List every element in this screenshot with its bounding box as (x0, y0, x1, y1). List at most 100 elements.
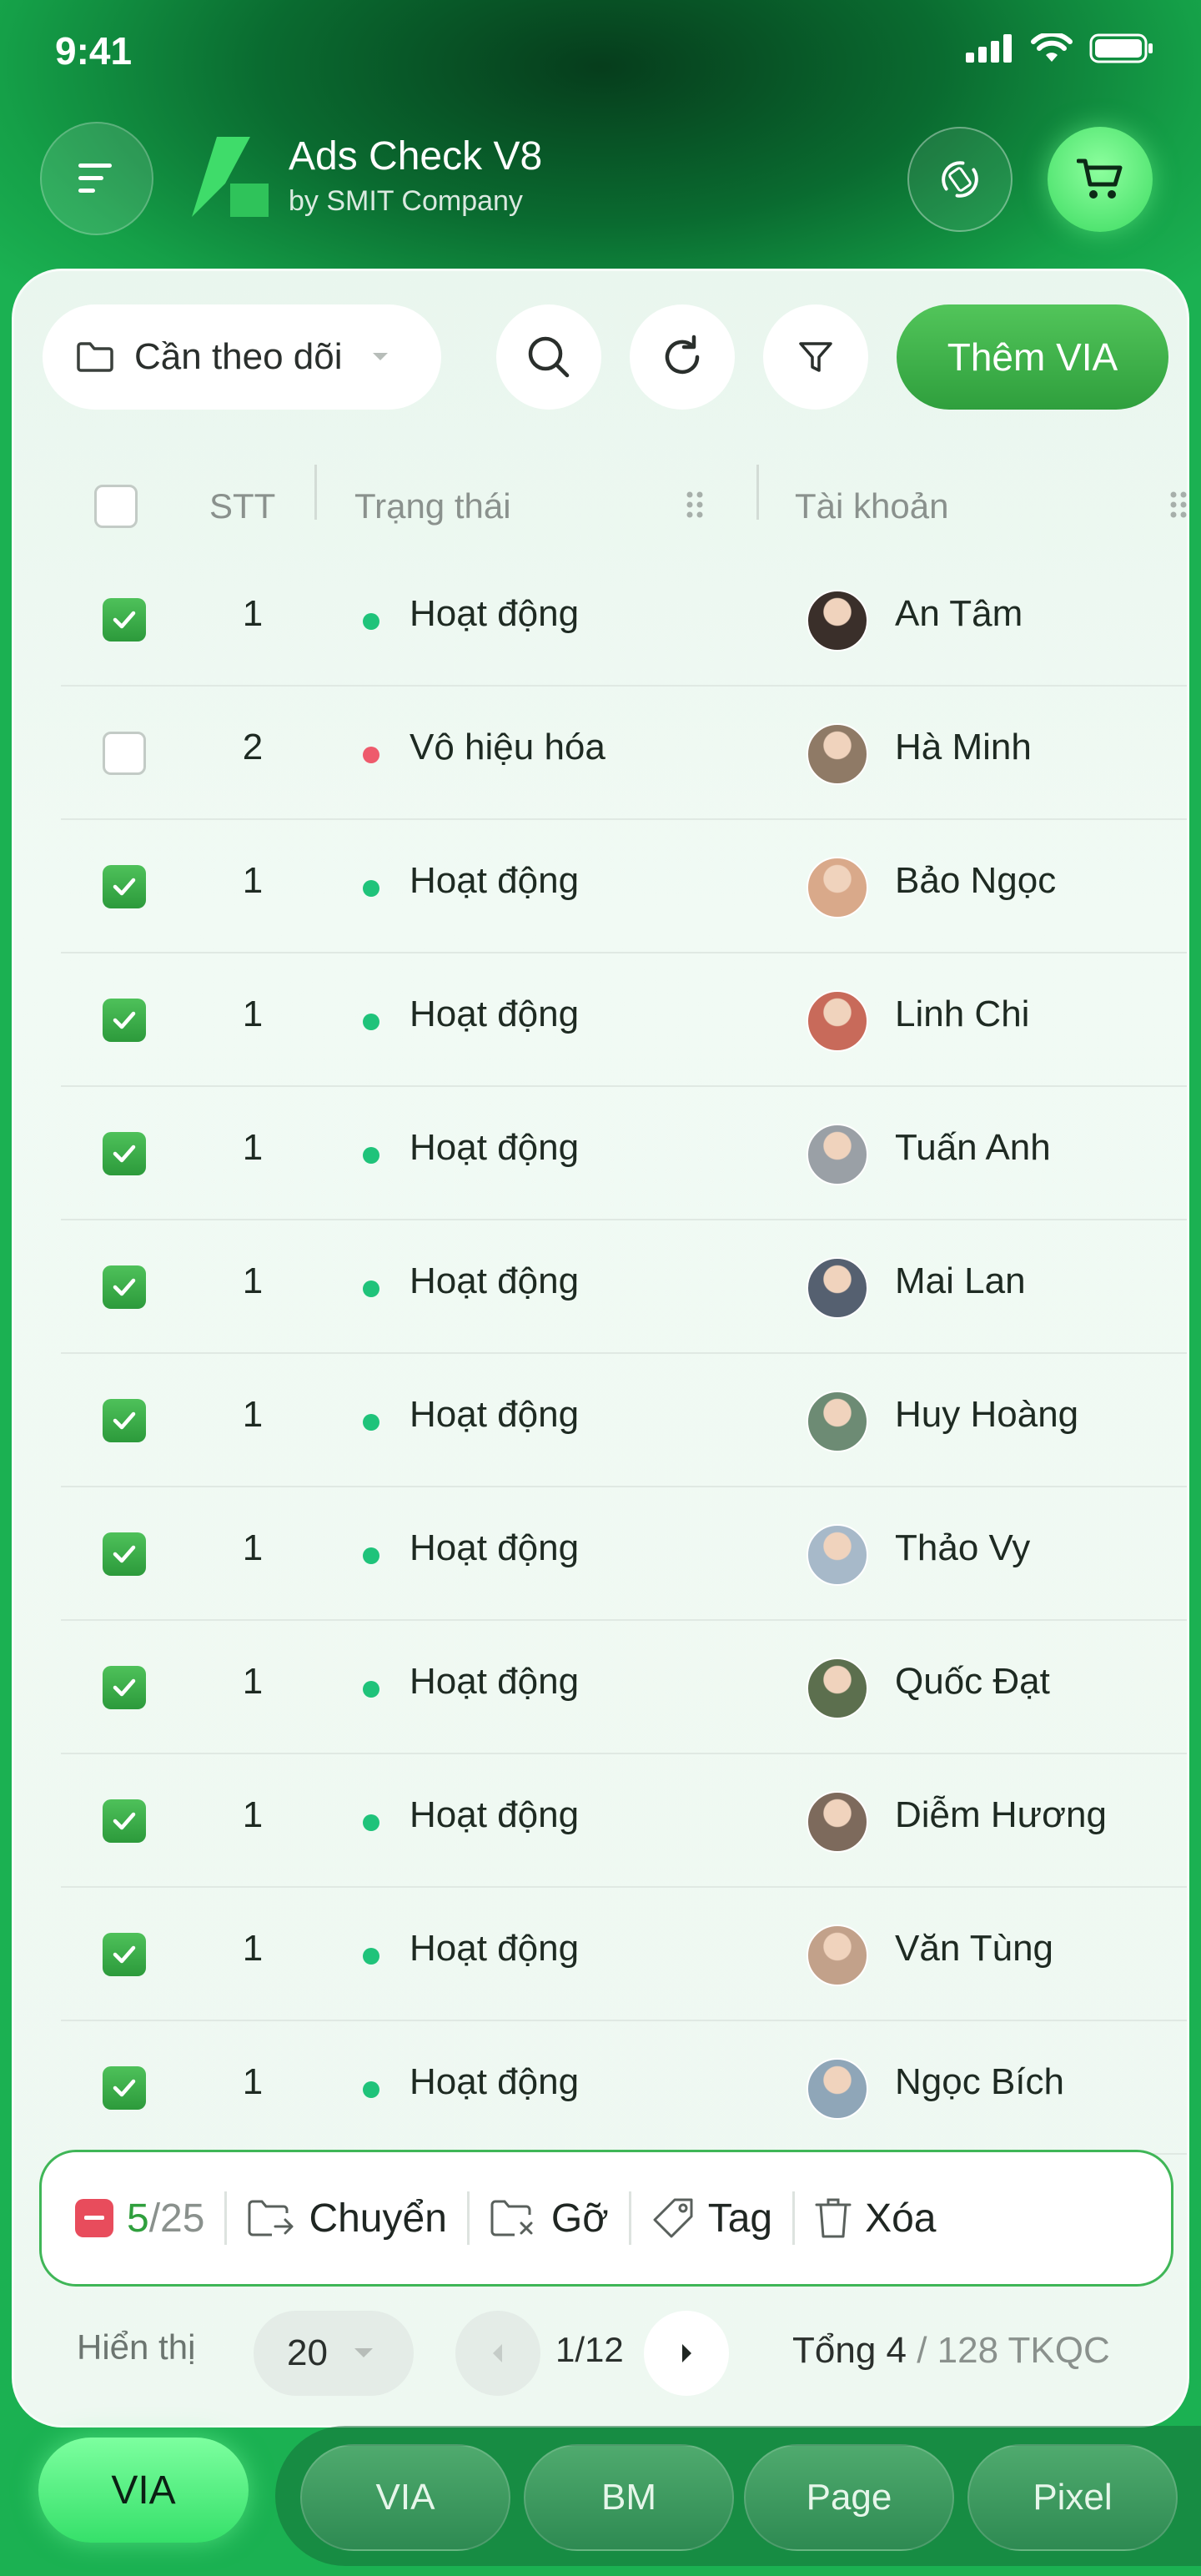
table-row[interactable]: 1 Hoạt động Quốc Đạt (61, 1621, 1187, 1754)
delete-button[interactable]: Xóa (815, 2196, 937, 2241)
row-account-name[interactable]: Linh Chi (895, 994, 1029, 1035)
table-row[interactable]: 1 Hoạt động Bảo Ngọc (61, 820, 1187, 953)
table-row[interactable]: 1 Hoạt động An Tâm (61, 553, 1187, 687)
battery-icon (1089, 33, 1153, 63)
move-button[interactable]: Chuyển (247, 2196, 447, 2241)
drag-handle-icon[interactable] (685, 490, 705, 524)
folder-move-icon (248, 2200, 294, 2236)
row-account-name[interactable]: Bảo Ngọc (895, 860, 1056, 902)
row-account-name[interactable]: Văn Tùng (895, 1928, 1053, 1970)
search-icon (528, 336, 570, 378)
select-all-checkbox[interactable] (94, 468, 138, 545)
search-button[interactable] (496, 304, 601, 410)
prev-page-button[interactable] (455, 2311, 540, 2396)
row-checkbox[interactable] (103, 999, 146, 1042)
column-divider[interactable] (314, 465, 317, 520)
nav-tab-page[interactable]: Page (744, 2444, 954, 2551)
refresh-button[interactable] (630, 304, 735, 410)
header-status[interactable]: Trạng thái (354, 468, 511, 545)
folder-dropdown[interactable]: Cần theo dõi (43, 304, 441, 410)
row-checkbox[interactable] (103, 1265, 146, 1309)
page-indicator: 1/12 (555, 2330, 624, 2369)
deselect-icon[interactable] (75, 2199, 113, 2237)
status-dot-icon (363, 2081, 379, 2098)
table-row[interactable]: 1 Hoạt động Mai Lan (61, 1220, 1187, 1354)
avatar (807, 1658, 868, 1719)
row-checkbox[interactable] (103, 1799, 146, 1843)
avatar (807, 1524, 868, 1586)
sync-button[interactable] (907, 127, 1013, 232)
filter-button[interactable] (763, 304, 868, 410)
delete-label: Xóa (865, 2196, 937, 2241)
avatar (807, 723, 868, 785)
menu-button[interactable] (40, 122, 153, 235)
row-status: Hoạt động (410, 1794, 580, 1835)
row-checkbox[interactable] (103, 865, 146, 908)
row-stt: 1 (242, 2061, 264, 2102)
row-status: Hoạt động (410, 1661, 580, 1702)
row-checkbox[interactable] (103, 598, 146, 641)
row-checkbox[interactable] (103, 732, 146, 775)
row-account-name[interactable]: Thảo Vy (895, 1527, 1030, 1569)
status-dot-icon (363, 613, 379, 630)
row-checkbox[interactable] (103, 1532, 146, 1576)
sync-icon (942, 161, 978, 198)
row-status: Hoạt động (410, 593, 580, 634)
nav-tab-pixel[interactable]: Pixel (967, 2444, 1178, 2551)
row-checkbox[interactable] (103, 1933, 146, 1976)
avatar (807, 590, 868, 652)
row-checkbox[interactable] (103, 2066, 146, 2110)
row-checkbox[interactable] (103, 1132, 146, 1175)
page-size-select[interactable]: 20 (254, 2311, 414, 2396)
row-account-name[interactable]: Mai Lan (895, 1260, 1026, 1302)
table-row[interactable]: 1 Hoạt động Tuấn Anh (61, 1087, 1187, 1220)
next-page-button[interactable] (644, 2311, 729, 2396)
remove-button[interactable]: Gỡ (490, 2196, 609, 2241)
filter-icon (799, 342, 832, 372)
row-checkbox[interactable] (103, 1666, 146, 1709)
status-dot-icon (363, 1681, 379, 1698)
row-account-name[interactable]: Diễm Hương (895, 1794, 1107, 1836)
page-size-label: Hiển thị (77, 2327, 196, 2367)
folder-icon (77, 342, 113, 372)
table-row[interactable]: 1 Hoạt động Huy Hoàng (61, 1354, 1187, 1487)
row-account-name[interactable]: Quốc Đạt (895, 1661, 1050, 1703)
nav-tab-bm[interactable]: BM (524, 2444, 734, 2551)
table-row[interactable]: 1 Hoạt động Diễm Hương (61, 1754, 1187, 1888)
add-via-button[interactable]: Thêm VIA (897, 304, 1168, 410)
nav-tab-via[interactable]: VIA (300, 2444, 510, 2551)
app-title: Ads Check V8 (289, 134, 543, 179)
tag-button[interactable]: Tag (651, 2196, 772, 2241)
menu-icon (78, 164, 112, 193)
row-account-name[interactable]: Tuấn Anh (895, 1127, 1051, 1169)
row-account-name[interactable]: Ngọc Bích (895, 2061, 1064, 2103)
cart-button[interactable] (1048, 127, 1153, 232)
tag-icon (653, 2198, 693, 2238)
row-account-name[interactable]: An Tâm (895, 593, 1023, 635)
row-status: Hoạt động (410, 1527, 580, 1568)
row-checkbox[interactable] (103, 1399, 146, 1442)
total-prefix: Tổng 4 (792, 2330, 907, 2371)
refresh-icon (665, 335, 700, 375)
row-stt: 1 (242, 1260, 264, 1301)
table-row[interactable]: 1 Hoạt động Văn Tùng (61, 1888, 1187, 2021)
status-dot-icon (363, 1948, 379, 1965)
header-account[interactable]: Tài khoản (795, 468, 948, 545)
selection-count[interactable]: 5/25 (75, 2196, 204, 2241)
move-label: Chuyển (309, 2196, 447, 2241)
column-divider[interactable] (756, 465, 759, 520)
row-status: Hoạt động (410, 860, 580, 901)
header-stt[interactable]: STT (209, 468, 275, 545)
row-account-name[interactable]: Huy Hoàng (895, 1394, 1078, 1436)
trash-icon (815, 2198, 852, 2238)
table-row[interactable]: 1 Hoạt động Ngọc Bích (61, 2021, 1187, 2155)
chevron-down-icon (354, 2348, 373, 2357)
status-dot-icon (363, 1414, 379, 1431)
row-account-name[interactable]: Hà Minh (895, 727, 1032, 768)
table-row[interactable]: 1 Hoạt động Linh Chi (61, 953, 1187, 1087)
table-row[interactable]: 1 Hoạt động Thảo Vy (61, 1487, 1187, 1621)
table-row[interactable]: 2 Vô hiệu hóa Hà Minh (61, 687, 1187, 820)
row-stt: 1 (242, 1928, 264, 1969)
nav-active-via[interactable]: VIA (38, 2438, 249, 2543)
drag-handle-icon[interactable] (1168, 490, 1187, 524)
